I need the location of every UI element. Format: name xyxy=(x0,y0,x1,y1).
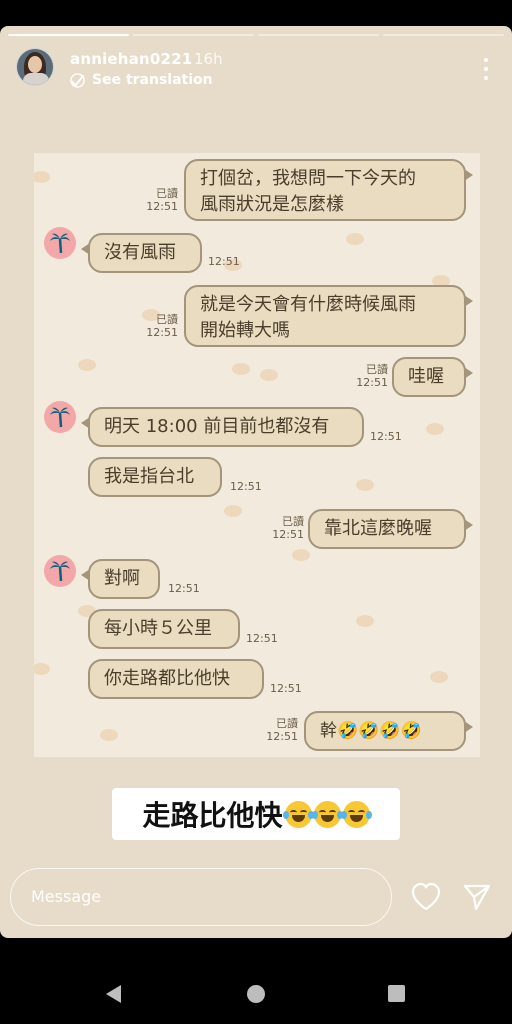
message-text: 你走路都比他快 xyxy=(104,668,230,689)
chat-bubble-outgoing[interactable]: 打個岔，我想問一下今天的 風雨狀況是怎麼樣 xyxy=(184,159,473,221)
progress-segment xyxy=(8,34,129,36)
chat-bubble-incoming[interactable]: 對啊 xyxy=(81,559,160,599)
progress-segment xyxy=(383,34,504,36)
message-placeholder: Message xyxy=(31,887,102,906)
contact-avatar[interactable] xyxy=(44,555,76,587)
read-receipt: 已讀 xyxy=(276,717,298,730)
read-receipt: 已讀 xyxy=(156,187,178,200)
message-text: 就是今天會有什麼時候風雨 xyxy=(200,294,416,315)
story-viewer[interactable]: anniehan0221 16h See translation 已讀 12:5… xyxy=(0,26,512,938)
heart-icon[interactable] xyxy=(410,882,442,912)
message-text: 哇喔 xyxy=(408,366,444,387)
system-navigation-bar xyxy=(0,938,512,1024)
message-text: 每小時５公里 xyxy=(104,618,212,639)
see-translation-button[interactable]: See translation xyxy=(70,72,213,88)
translate-icon xyxy=(70,72,85,88)
message-time: 12:51 xyxy=(208,255,240,268)
profile-avatar[interactable] xyxy=(16,48,54,86)
palm-tree-icon xyxy=(50,407,70,428)
read-receipt: 已讀 xyxy=(156,313,178,326)
message-time: 12:51 xyxy=(272,528,304,541)
message-time: 12:51 xyxy=(146,326,178,339)
laugh-cry-emoji-icon xyxy=(282,800,314,828)
message-time: 12:51 xyxy=(246,632,278,645)
recent-apps-icon[interactable] xyxy=(388,985,405,1002)
see-translation-label: See translation xyxy=(92,72,213,88)
story-caption: 走路比他快 xyxy=(112,788,400,840)
palm-tree-icon xyxy=(50,561,70,582)
message-time: 12:51 xyxy=(230,480,262,493)
post-time: 16h xyxy=(194,50,223,68)
message-time: 12:51 xyxy=(168,582,200,595)
chat-bubble-outgoing[interactable]: 幹🤣🤣🤣🤣 xyxy=(304,711,473,751)
message-time: 12:51 xyxy=(370,430,402,443)
message-text: 靠北這麼晚喔 xyxy=(324,518,432,539)
message-time: 12:51 xyxy=(270,682,302,695)
message-meta: 已讀 12:51 xyxy=(140,313,178,339)
message-text: 對啊 xyxy=(104,568,140,589)
message-text: 風雨狀況是怎麼樣 xyxy=(200,194,344,215)
laugh-cry-emoji-icon xyxy=(340,800,372,828)
chat-bubble-incoming[interactable]: 我是指台北 xyxy=(88,457,222,497)
home-icon[interactable] xyxy=(247,985,265,1003)
message-text: 我是指台北 xyxy=(104,466,194,487)
message-text: 幹🤣🤣🤣🤣 xyxy=(320,721,422,741)
chat-bubble-incoming[interactable]: 沒有風雨 xyxy=(81,233,202,273)
message-text: 開始轉大嗎 xyxy=(200,320,290,341)
message-input[interactable]: Message xyxy=(10,868,392,926)
message-text: 沒有風雨 xyxy=(104,242,176,263)
read-receipt: 已讀 xyxy=(366,363,388,376)
chat-bubble-incoming[interactable]: 明天 18:00 前目前也都沒有 xyxy=(81,407,364,447)
message-meta: 已讀 12:51 xyxy=(260,717,298,743)
username[interactable]: anniehan0221 xyxy=(70,50,192,68)
message-meta: 已讀 12:51 xyxy=(350,363,388,389)
chat-bubble-outgoing[interactable]: 就是今天會有什麼時候風雨 開始轉大嗎 xyxy=(184,285,473,347)
message-text: 明天 18:00 前目前也都沒有 xyxy=(104,416,330,437)
laugh-cry-emoji-icon xyxy=(311,800,343,828)
progress-segment xyxy=(258,34,379,36)
chat-bubble-incoming[interactable]: 每小時５公里 xyxy=(88,609,240,649)
more-vertical-icon[interactable] xyxy=(482,58,490,80)
read-receipt: 已讀 xyxy=(282,515,304,528)
contact-avatar[interactable] xyxy=(44,401,76,433)
send-icon[interactable] xyxy=(462,882,492,912)
chat-bubble-incoming[interactable]: 你走路都比他快 xyxy=(88,659,264,699)
palm-tree-icon xyxy=(50,233,70,254)
story-header: anniehan0221 16h See translation xyxy=(16,48,496,92)
message-time: 12:51 xyxy=(266,730,298,743)
message-meta: 已讀 12:51 xyxy=(266,515,304,541)
progress-segment xyxy=(133,34,254,36)
message-time: 12:51 xyxy=(146,200,178,213)
message-meta: 已讀 12:51 xyxy=(140,187,178,213)
contact-avatar[interactable] xyxy=(44,227,76,259)
caption-text: 走路比他快 xyxy=(142,799,283,832)
back-icon[interactable] xyxy=(106,985,121,1003)
message-text: 打個岔，我想問一下今天的 xyxy=(200,168,416,189)
chat-bubble-outgoing[interactable]: 靠北這麼晚喔 xyxy=(308,509,473,549)
chat-screenshot: 已讀 12:51 打個岔，我想問一下今天的 風雨狀況是怎麼樣 沒有風雨 12:5… xyxy=(34,153,480,757)
message-time: 12:51 xyxy=(356,376,388,389)
chat-bubble-outgoing[interactable]: 哇喔 xyxy=(392,357,473,397)
story-progress-bar xyxy=(8,34,504,36)
